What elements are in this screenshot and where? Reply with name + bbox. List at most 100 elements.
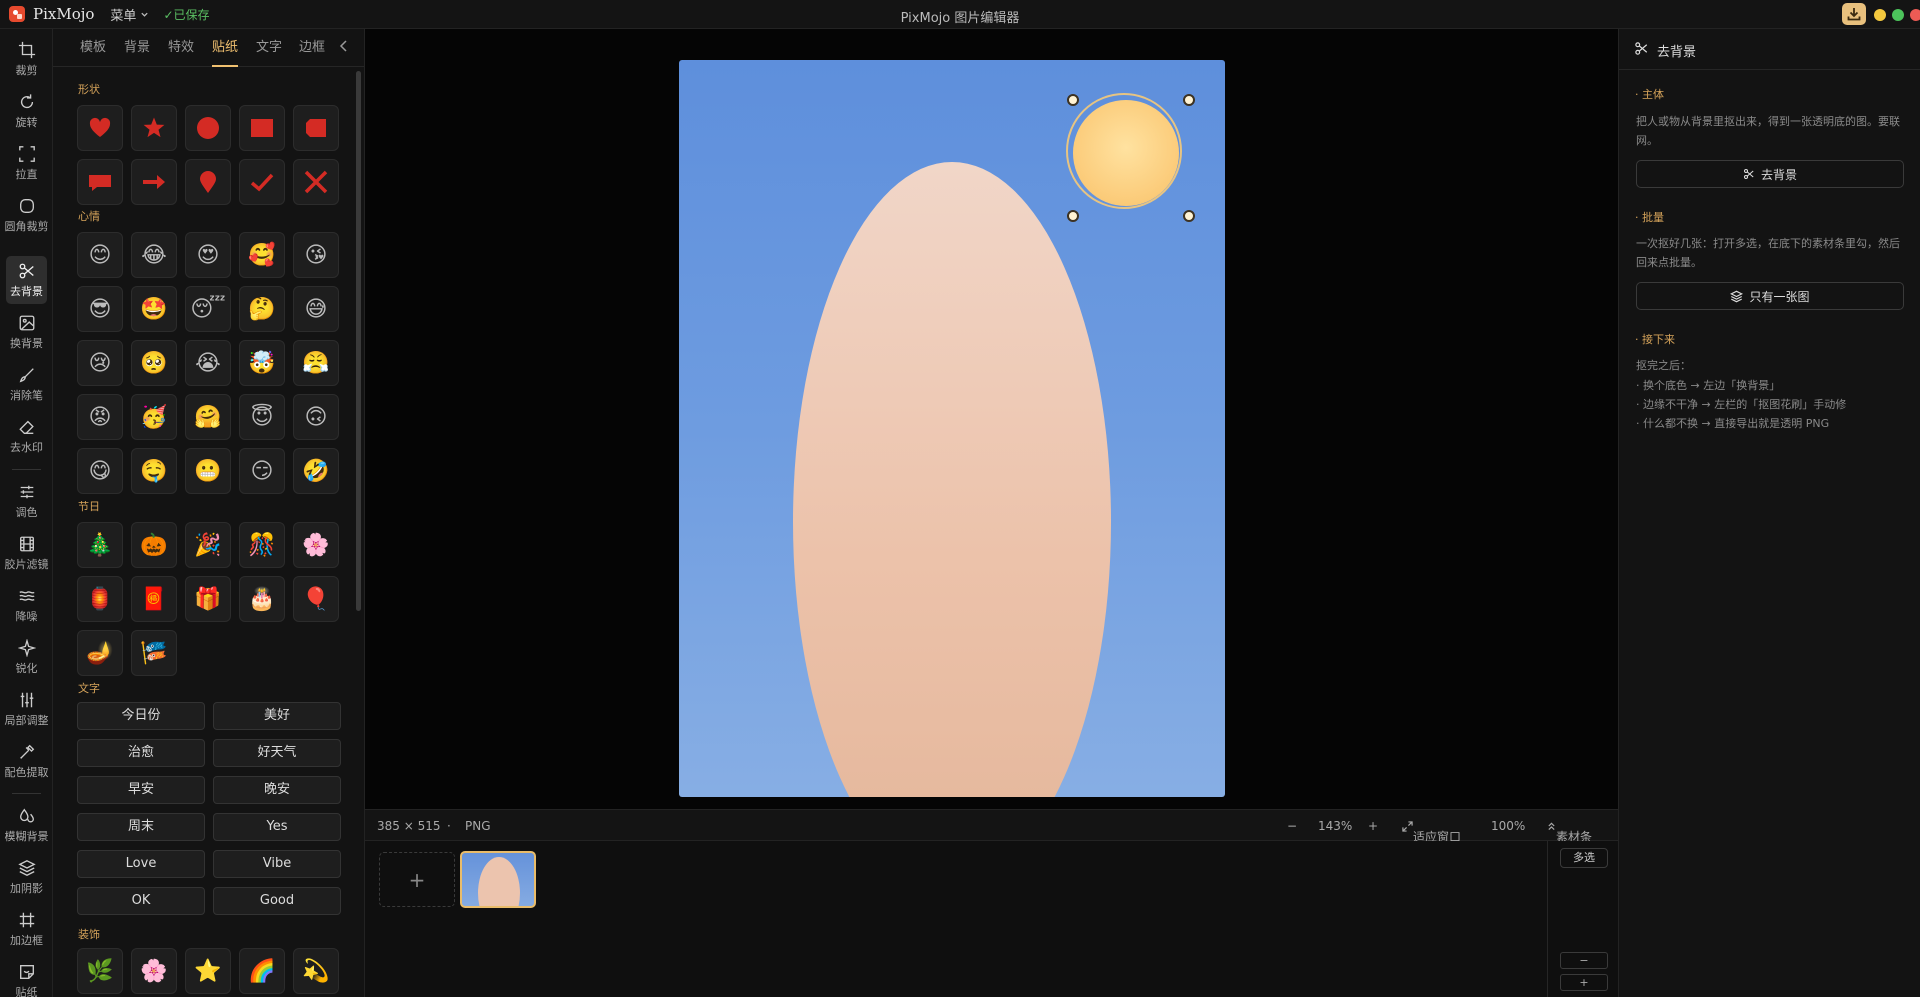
zoom-in-button[interactable]: + xyxy=(1368,819,1378,833)
sticker-emoji[interactable]: 🤣 xyxy=(293,448,339,494)
tool-remove-background[interactable]: 去背景 xyxy=(6,256,47,304)
sticker-tag[interactable] xyxy=(293,105,339,151)
sticker-emoji[interactable]: 🧧 xyxy=(131,576,177,622)
tool-sticker[interactable]: 贴纸 xyxy=(6,957,47,997)
maximize-button[interactable] xyxy=(1892,9,1904,21)
text-sticker[interactable]: 今日份 xyxy=(77,702,205,730)
resize-handle-top-left[interactable] xyxy=(1067,94,1079,106)
sticker-emoji[interactable]: 😡 xyxy=(77,394,123,440)
tool-local-adjust[interactable]: 局部调整 xyxy=(5,685,49,733)
thumbnail-grow-button[interactable]: + xyxy=(1560,974,1608,991)
tool-color-picker[interactable]: 配色提取 xyxy=(5,737,49,785)
sticker-emoji[interactable]: 😤 xyxy=(293,340,339,386)
sticker-emoji[interactable]: 🎁 xyxy=(185,576,231,622)
sticker-emoji[interactable]: 🎊 xyxy=(239,522,285,568)
tool-straighten[interactable]: 拉直 xyxy=(6,139,47,187)
batch-button[interactable]: 只有一张图 xyxy=(1636,282,1904,310)
sticker-emoji[interactable]: 🏮 xyxy=(77,576,123,622)
sticker-arrow[interactable] xyxy=(131,159,177,205)
actual-size-button[interactable]: 100% xyxy=(1491,819,1525,833)
sticker-emoji[interactable]: 😇 xyxy=(239,394,285,440)
text-sticker[interactable]: Vibe xyxy=(213,850,341,878)
sticker-emoji[interactable]: 🌸 xyxy=(131,948,177,994)
sticker-speech-bubble[interactable] xyxy=(77,159,123,205)
sticker-emoji[interactable]: 🤤 xyxy=(131,448,177,494)
sticker-check[interactable] xyxy=(239,159,285,205)
text-sticker[interactable]: 晚安 xyxy=(213,776,341,804)
resize-handle-bottom-right[interactable] xyxy=(1183,210,1195,222)
tab-effects[interactable]: 特效 xyxy=(168,29,194,67)
tool-add-border[interactable]: 加边框 xyxy=(6,905,47,953)
canvas-area[interactable] xyxy=(365,29,1618,809)
image-thumbnail[interactable] xyxy=(460,851,536,908)
tool-replace-background[interactable]: 换背景 xyxy=(6,308,47,356)
sticker-emoji[interactable]: 🙃 xyxy=(293,394,339,440)
tool-sharpen[interactable]: 锐化 xyxy=(6,633,47,681)
sticker-emoji[interactable]: 😘 xyxy=(293,232,339,278)
text-sticker[interactable]: 美好 xyxy=(213,702,341,730)
text-sticker[interactable]: 好天气 xyxy=(213,739,341,767)
text-sticker[interactable]: 周末 xyxy=(77,813,205,841)
sticker-emoji[interactable]: 😅 xyxy=(293,286,339,332)
sticker-emoji[interactable]: 🌿 xyxy=(77,948,123,994)
tool-film-filter[interactable]: 胶片滤镜 xyxy=(5,529,49,577)
tool-rotate[interactable]: 旋转 xyxy=(6,87,47,135)
sticker-emoji[interactable]: ⭐ xyxy=(185,948,231,994)
fit-window-button[interactable]: 适应窗口 xyxy=(1402,819,1461,844)
text-sticker[interactable]: Good xyxy=(213,887,341,915)
add-image-button[interactable]: + xyxy=(379,852,455,907)
filmstrip-toggle-button[interactable]: 素材条 xyxy=(1547,819,1592,844)
tab-backgrounds[interactable]: 背景 xyxy=(124,29,150,67)
collapse-panel-icon[interactable] xyxy=(339,39,349,53)
sticker-pin[interactable] xyxy=(185,159,231,205)
sticker-circle[interactable] xyxy=(185,105,231,151)
minimize-button[interactable] xyxy=(1874,9,1886,21)
tool-eraser-brush[interactable]: 消除笔 xyxy=(6,360,47,408)
sticker-emoji[interactable]: 🤯 xyxy=(239,340,285,386)
sticker-emoji[interactable]: 😭 xyxy=(185,340,231,386)
thumbnail-shrink-button[interactable]: − xyxy=(1560,952,1608,969)
sticker-emoji[interactable]: 🎏 xyxy=(131,630,177,676)
tool-remove-watermark[interactable]: 去水印 xyxy=(6,412,47,460)
main-menu-button[interactable]: 菜单 xyxy=(110,5,149,24)
resize-handle-bottom-left[interactable] xyxy=(1067,210,1079,222)
sticker-emoji[interactable]: 😍 xyxy=(185,232,231,278)
sticker-emoji[interactable]: 🎃 xyxy=(131,522,177,568)
tab-templates[interactable]: 模板 xyxy=(80,29,106,67)
sticker-emoji[interactable]: 😢 xyxy=(77,340,123,386)
sticker-emoji[interactable]: 💫 xyxy=(293,948,339,994)
sticker-emoji[interactable]: 🪔 xyxy=(77,630,123,676)
sticker-emoji[interactable]: 🥳 xyxy=(131,394,177,440)
sticker-emoji[interactable]: 🥰 xyxy=(239,232,285,278)
sticker-emoji[interactable]: 🎄 xyxy=(77,522,123,568)
tab-text[interactable]: 文字 xyxy=(256,29,282,67)
text-sticker[interactable]: Yes xyxy=(213,813,341,841)
tool-add-shadow[interactable]: 加阴影 xyxy=(6,853,47,901)
tab-stickers[interactable]: 贴纸 xyxy=(212,29,239,67)
remove-background-button[interactable]: 去背景 xyxy=(1636,160,1904,188)
sticker-emoji[interactable]: 🎉 xyxy=(185,522,231,568)
tool-denoise[interactable]: 降噪 xyxy=(6,581,47,629)
sticker-emoji[interactable]: 🤗 xyxy=(185,394,231,440)
text-sticker[interactable]: Love xyxy=(77,850,205,878)
zoom-out-button[interactable]: − xyxy=(1287,819,1297,833)
sticker-cross[interactable] xyxy=(293,159,339,205)
sticker-emoji[interactable]: 😬 xyxy=(185,448,231,494)
text-sticker[interactable]: 早安 xyxy=(77,776,205,804)
text-sticker[interactable]: OK xyxy=(77,887,205,915)
tool-color-adjust[interactable]: 调色 xyxy=(6,477,47,525)
sticker-heart[interactable] xyxy=(77,105,123,151)
multi-select-button[interactable]: 多选 xyxy=(1560,848,1608,868)
export-button[interactable] xyxy=(1842,3,1866,25)
sticker-emoji[interactable]: 😎 xyxy=(77,286,123,332)
sticker-emoji[interactable]: 😴 xyxy=(185,286,231,332)
text-sticker[interactable]: 治愈 xyxy=(77,739,205,767)
sticker-emoji[interactable]: 🎈 xyxy=(293,576,339,622)
tool-blur-background[interactable]: 模糊背景 xyxy=(5,801,49,849)
sticker-emoji[interactable]: 😏 xyxy=(239,448,285,494)
sticker-emoji[interactable]: 🌈 xyxy=(239,948,285,994)
tool-rounded-crop[interactable]: 圆角裁剪 xyxy=(5,191,49,239)
resize-handle-top-right[interactable] xyxy=(1183,94,1195,106)
sticker-emoji[interactable]: 🎂 xyxy=(239,576,285,622)
tab-borders[interactable]: 边框 xyxy=(299,29,325,67)
